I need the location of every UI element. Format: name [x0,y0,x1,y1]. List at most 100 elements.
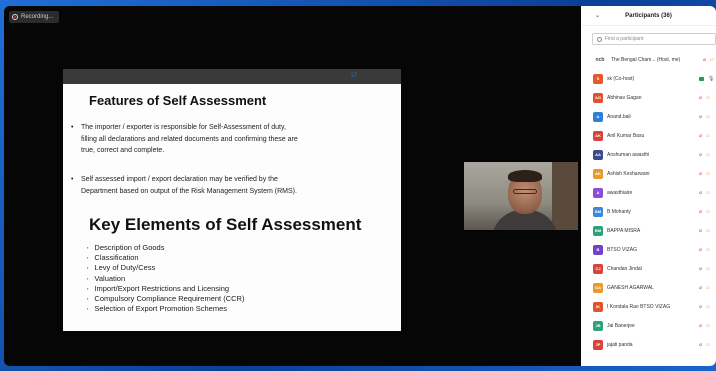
participant-name: Ashish Kesharwani [607,170,650,177]
participant-search-input[interactable]: Find a participant [592,33,716,45]
mic-muted-icon: ⌀ [699,246,703,253]
participant-row[interactable]: BM B Mohanty ⌀ ▱ [593,202,716,221]
avatar: AK [593,130,603,141]
video-off-icon: ▱ [706,246,710,253]
mic-muted-icon: ⌀ [699,265,703,272]
participant-row[interactable]: AK Anil Kumar Basu ⌀ ▱ [593,126,716,145]
para1-line: true, correct and complete. [81,147,165,154]
avatar: AA [593,149,603,160]
participant-name: B Mohanty [607,208,631,215]
participant-name: jajati panda [607,341,633,348]
mic-muted-icon: ⌀ [699,151,703,158]
avatar: AG [593,92,603,103]
participants-header: ⌄ Participants (36) [581,6,716,26]
mic-muted-icon: ⌀ [699,189,703,196]
participant-name: BTSO VIZAG [607,246,638,253]
para1-line: The importer / exporter is responsible f… [81,124,286,131]
slide-title-key-elements: Key Elements of Self Assessment [89,215,362,234]
participant-row[interactable]: Aawasthiaire ⌀ ▱ [593,183,716,202]
participant-row[interactable]: JB Jai Banerjee ⌀ ▱ [593,316,716,335]
mic-muted-icon: ⌀ [699,322,703,329]
participant-row[interactable]: CJ Chandan Jindal ⌀ ▱ [593,259,716,278]
participants-title: Participants (36) [625,12,672,19]
avatar: GA [593,282,603,293]
meeting-window: Recording... 17 Features of Self Assessm… [4,6,716,366]
video-off-icon: ▱ [706,227,710,234]
avatar: ncb [595,56,605,63]
avatar: A [593,111,603,122]
list-item: Valuation [87,274,244,284]
para2-line: Department based on output of the Risk M… [81,187,297,195]
participant-row[interactable]: GA GANESH AGARWAL ⌀ ▱ [593,278,716,297]
participants-panel: ⌄ Participants (36) Find a participant n… [581,6,716,366]
mic-muted-icon: ⌀ [699,132,703,139]
list-item: Compulsory Compliance Requirement (CCR) [87,294,244,304]
video-off-icon: ▱ [706,265,710,272]
participant-row[interactable]: BM BAPPA MISRA ⌀ ▱ [593,221,716,240]
list-item: Classification [87,253,244,263]
mic-muted-icon: ⌀ [699,303,703,310]
participant-name: GANESH AGARWAL [607,284,654,291]
list-item: Description of Goods [87,243,244,253]
video-off-icon: ▱ [706,170,710,177]
record-icon [12,14,18,20]
mic-muted-icon: ⌀ [699,227,703,234]
video-off-icon: ▱ [706,132,710,139]
avatar: AK [593,168,603,179]
participant-name: Jai Banerjee [607,322,635,329]
participant-row[interactable]: AG Abhinav Gagan ⌀ ▱ [593,88,716,107]
slide-number: 17 [350,73,357,79]
chevron-down-icon[interactable]: ⌄ [595,12,600,19]
mic-muted-icon: ⌀ [699,113,703,120]
participant-row[interactable]: AA Anshuman awasthi ⌀ ▱ [593,145,716,164]
para2-line: Self assessed import / export declaratio… [81,176,278,183]
participant-name: sk (Co-host) [607,75,635,82]
avatar: BM [593,225,603,236]
participant-row[interactable]: AK Ashish Kesharwani ⌀ ▱ [593,164,716,183]
video-off-icon: ▱ [706,208,710,215]
avatar: A [593,187,603,198]
video-off-icon: ▱ [710,56,714,63]
list-item: Selection of Export Promotion Schemes [87,304,244,314]
video-off-icon: ▱ [706,151,710,158]
participant-list: ncb The Bengal Cham... (Host, me) ⌀ ▱ Ssk (C… [593,50,716,354]
slide-paragraph-1: • The importer / exporter is responsible… [71,122,389,157]
participant-row[interactable]: A Anand.bali ⌀ ▱ [593,107,716,126]
avatar: IK [593,301,603,312]
slide-title-features: Features of Self Assessment [89,93,267,108]
participant-row[interactable]: IK I Kondala Rao BTSO VIZAG ⌀ ▱ [593,297,716,316]
participant-row[interactable]: B BTSO VIZAG ⌀ ▱ [593,240,716,259]
participant-name: Anand.bali [607,113,631,120]
mic-muted-icon: ⌀ [699,341,703,348]
video-off-icon: ▱ [706,94,710,101]
recording-indicator[interactable]: Recording... [9,11,60,23]
mic-on-icon: 🎙 [708,75,715,82]
avatar: BM [593,206,603,217]
video-off-icon: ▱ [706,303,710,310]
participant-name: Abhinav Gagan [607,94,642,101]
participant-row[interactable]: Ssk (Co-host) 🎙 [593,69,716,88]
list-item: Levy of Duty/Cess [87,263,244,273]
mic-muted-icon: ⌀ [699,284,703,291]
participant-row[interactable]: ncb The Bengal Cham... (Host, me) ⌀ ▱ [593,50,716,69]
participant-name: BAPPA MISRA [607,227,641,234]
mic-muted-icon: ⌀ [699,94,703,101]
presentation-slide: 17 Features of Self Assessment • The imp… [63,69,401,331]
avatar: JB [593,320,603,331]
speaker-video-thumbnail[interactable] [464,162,578,230]
avatar: B [593,244,603,255]
participant-row[interactable]: JP jajati panda ⌀ ▱ [593,335,716,354]
participant-name: Anshuman awasthi [607,151,650,158]
slide-paragraph-2: • Self assessed import / export declarat… [71,174,389,197]
participant-name: Chandan Jindal [607,265,642,272]
participant-name: The Bengal Cham... (Host, me) [611,56,681,63]
mic-muted-icon: ⌀ [703,56,707,63]
video-off-icon: ▱ [706,113,710,120]
mic-muted-icon: ⌀ [699,208,703,215]
mic-muted-icon: ⌀ [699,170,703,177]
key-elements-list: Description of Goods Classification Levy… [87,243,244,314]
video-on-icon [699,76,704,81]
video-off-icon: ▱ [706,322,710,329]
video-off-icon: ▱ [706,284,710,291]
participant-name: I Kondala Rao BTSO VIZAG [607,303,671,310]
